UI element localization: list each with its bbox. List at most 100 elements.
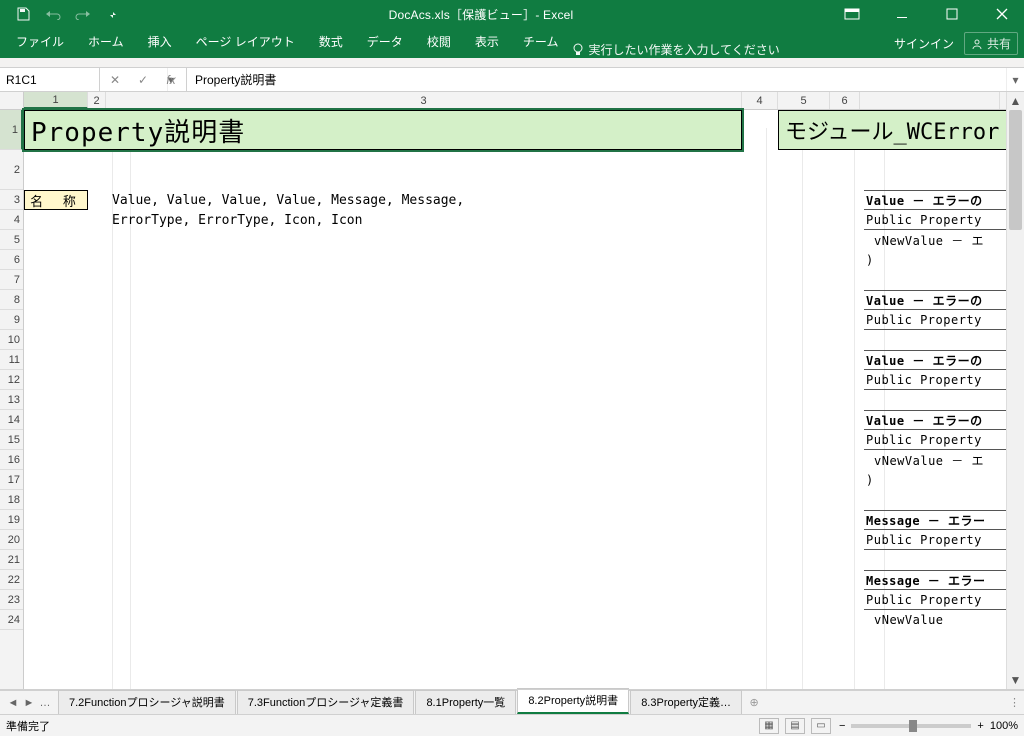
view-normal-icon[interactable]: ▦ — [759, 718, 779, 734]
frag-row[interactable]: Value － エラーの — [864, 350, 1006, 370]
zoom-percent[interactable]: 100% — [990, 720, 1018, 732]
zoom-slider-thumb[interactable] — [909, 720, 917, 732]
name-box[interactable]: ▾ — [0, 68, 100, 91]
sheet-tab[interactable]: 7.2Functionプロシージャ説明書 — [58, 690, 236, 714]
col-header[interactable]: 4 — [742, 92, 778, 109]
frag-row[interactable]: Value － エラーの — [864, 410, 1006, 430]
formula-input[interactable] — [195, 73, 998, 87]
row-header[interactable]: 2 — [0, 150, 23, 190]
view-page-break-icon[interactable]: ▭ — [811, 718, 831, 734]
row-header[interactable]: 18 — [0, 490, 23, 510]
frag-row[interactable]: Message － エラー — [864, 510, 1006, 530]
close-icon[interactable] — [988, 2, 1016, 26]
sheet-tab[interactable]: 8.2Property説明書 — [517, 688, 629, 714]
row-header[interactable]: 21 — [0, 550, 23, 570]
fx-icon[interactable]: fx — [162, 73, 180, 87]
row-header[interactable]: 10 — [0, 330, 23, 350]
col-header[interactable]: 3 — [106, 92, 742, 109]
frag-row[interactable]: Public Property — [864, 430, 1006, 450]
row-header[interactable]: 9 — [0, 310, 23, 330]
row-header[interactable]: 6 — [0, 250, 23, 270]
col-header[interactable]: 2 — [88, 92, 106, 109]
ribbon-tab-data[interactable]: データ — [357, 27, 413, 58]
frag-row[interactable]: Public Property — [864, 370, 1006, 390]
vertical-scrollbar[interactable]: ▲ ▼ — [1006, 92, 1024, 689]
save-icon[interactable] — [12, 3, 34, 25]
undo-icon[interactable] — [42, 3, 64, 25]
cells-layer[interactable]: Property説明書 モジュール_WCError 名 称 Value, Val… — [24, 110, 1006, 689]
frag-row[interactable]: ) — [864, 470, 1006, 490]
row-header[interactable]: 17 — [0, 470, 23, 490]
sheet-nav-last-icon[interactable]: ► — [22, 697, 36, 709]
frag-row[interactable]: Value － エラーの — [864, 290, 1006, 310]
zoom-out-icon[interactable]: − — [839, 720, 845, 732]
sheet-tab[interactable]: 7.3Functionプロシージャ定義書 — [237, 690, 415, 714]
frag-row[interactable]: ) — [864, 250, 1006, 270]
row-header[interactable]: 20 — [0, 530, 23, 550]
module-cell[interactable]: モジュール_WCError — [778, 110, 1024, 150]
row-header[interactable]: 23 — [0, 590, 23, 610]
ribbon-tab-view[interactable]: 表示 — [465, 27, 509, 58]
col-header[interactable]: 1 — [24, 92, 88, 109]
row-header[interactable]: 12 — [0, 370, 23, 390]
frag-row[interactable]: Public Property — [864, 210, 1006, 230]
select-all-corner[interactable] — [0, 92, 24, 109]
row-header[interactable]: 4 — [0, 210, 23, 230]
frag-row[interactable]: Public Property — [864, 310, 1006, 330]
row-header[interactable]: 8 — [0, 290, 23, 310]
title-cell[interactable]: Property説明書 — [24, 110, 742, 150]
ribbon-tab-layout[interactable]: ページ レイアウト — [186, 27, 305, 58]
col-header[interactable] — [860, 92, 1000, 109]
row-header[interactable]: 13 — [0, 390, 23, 410]
sheet-nav-more-icon[interactable]: … — [38, 697, 52, 709]
formula-bar-expand-icon[interactable]: ▾ — [1006, 68, 1024, 91]
tell-me[interactable]: 実行したい作業を入力してください — [572, 41, 779, 58]
sheet-nav-first-icon[interactable]: ◄ — [6, 697, 20, 709]
sheet-tab[interactable]: 8.1Property一覧 — [415, 690, 516, 714]
row-header[interactable]: 11 — [0, 350, 23, 370]
zoom-in-icon[interactable]: + — [977, 720, 983, 732]
row-header[interactable]: 5 — [0, 230, 23, 250]
horizontal-scrollbar[interactable]: ⋮ — [765, 696, 1024, 709]
cell-value[interactable]: ErrorType, ErrorType, Icon, Icon — [112, 210, 742, 230]
scroll-thumb[interactable] — [1009, 110, 1022, 230]
view-page-layout-icon[interactable]: ▤ — [785, 718, 805, 734]
scroll-track[interactable] — [1009, 110, 1022, 671]
share-button[interactable]: 共有 — [964, 32, 1018, 55]
row-header[interactable]: 15 — [0, 430, 23, 450]
col-header[interactable]: 6 — [830, 92, 860, 109]
row-header[interactable]: 24 — [0, 610, 23, 630]
ribbon-tab-team[interactable]: チーム — [513, 27, 569, 58]
row-header[interactable]: 22 — [0, 570, 23, 590]
frag-row[interactable]: vNewValue － エ — [864, 450, 1006, 470]
maximize-icon[interactable] — [938, 2, 966, 26]
ribbon-tab-review[interactable]: 校閲 — [417, 27, 461, 58]
row-header[interactable]: 1 — [0, 110, 23, 150]
row-header[interactable]: 7 — [0, 270, 23, 290]
ribbon-tab-insert[interactable]: 挿入 — [138, 27, 182, 58]
sheet-tab[interactable]: 8.3Property定義… — [630, 690, 742, 714]
frag-row[interactable]: Message － エラー — [864, 570, 1006, 590]
row-header[interactable]: 3 — [0, 190, 23, 210]
ribbon-tab-file[interactable]: ファイル — [6, 27, 74, 58]
minimize-icon[interactable] — [888, 2, 916, 26]
row-header[interactable]: 19 — [0, 510, 23, 530]
cancel-icon[interactable]: ✕ — [106, 73, 124, 87]
frag-row[interactable]: Public Property — [864, 590, 1006, 610]
cell-value[interactable]: Value, Value, Value, Value, Message, Mes… — [112, 190, 742, 210]
enter-icon[interactable]: ✓ — [134, 73, 152, 87]
col-header[interactable]: 5 — [778, 92, 830, 109]
ribbon-tab-formulas[interactable]: 数式 — [309, 27, 353, 58]
frag-row[interactable]: Value － エラーの — [864, 190, 1006, 210]
redo-icon[interactable] — [72, 3, 94, 25]
label-cell[interactable]: 名 称 — [24, 190, 88, 210]
spreadsheet-grid[interactable]: 1 2 3 4 5 6 1 2 3 4 5 6 7 8 9 10 11 12 1… — [0, 92, 1024, 690]
qat-customize-icon[interactable] — [102, 3, 124, 25]
scroll-up-icon[interactable]: ▲ — [1007, 92, 1024, 110]
frag-row[interactable]: vNewValue — [864, 610, 1006, 630]
ribbon-tab-home[interactable]: ホーム — [78, 27, 134, 58]
zoom-slider[interactable] — [851, 724, 971, 728]
scroll-down-icon[interactable]: ▼ — [1007, 671, 1024, 689]
frag-row[interactable]: vNewValue － エ — [864, 230, 1006, 250]
row-header[interactable]: 14 — [0, 410, 23, 430]
